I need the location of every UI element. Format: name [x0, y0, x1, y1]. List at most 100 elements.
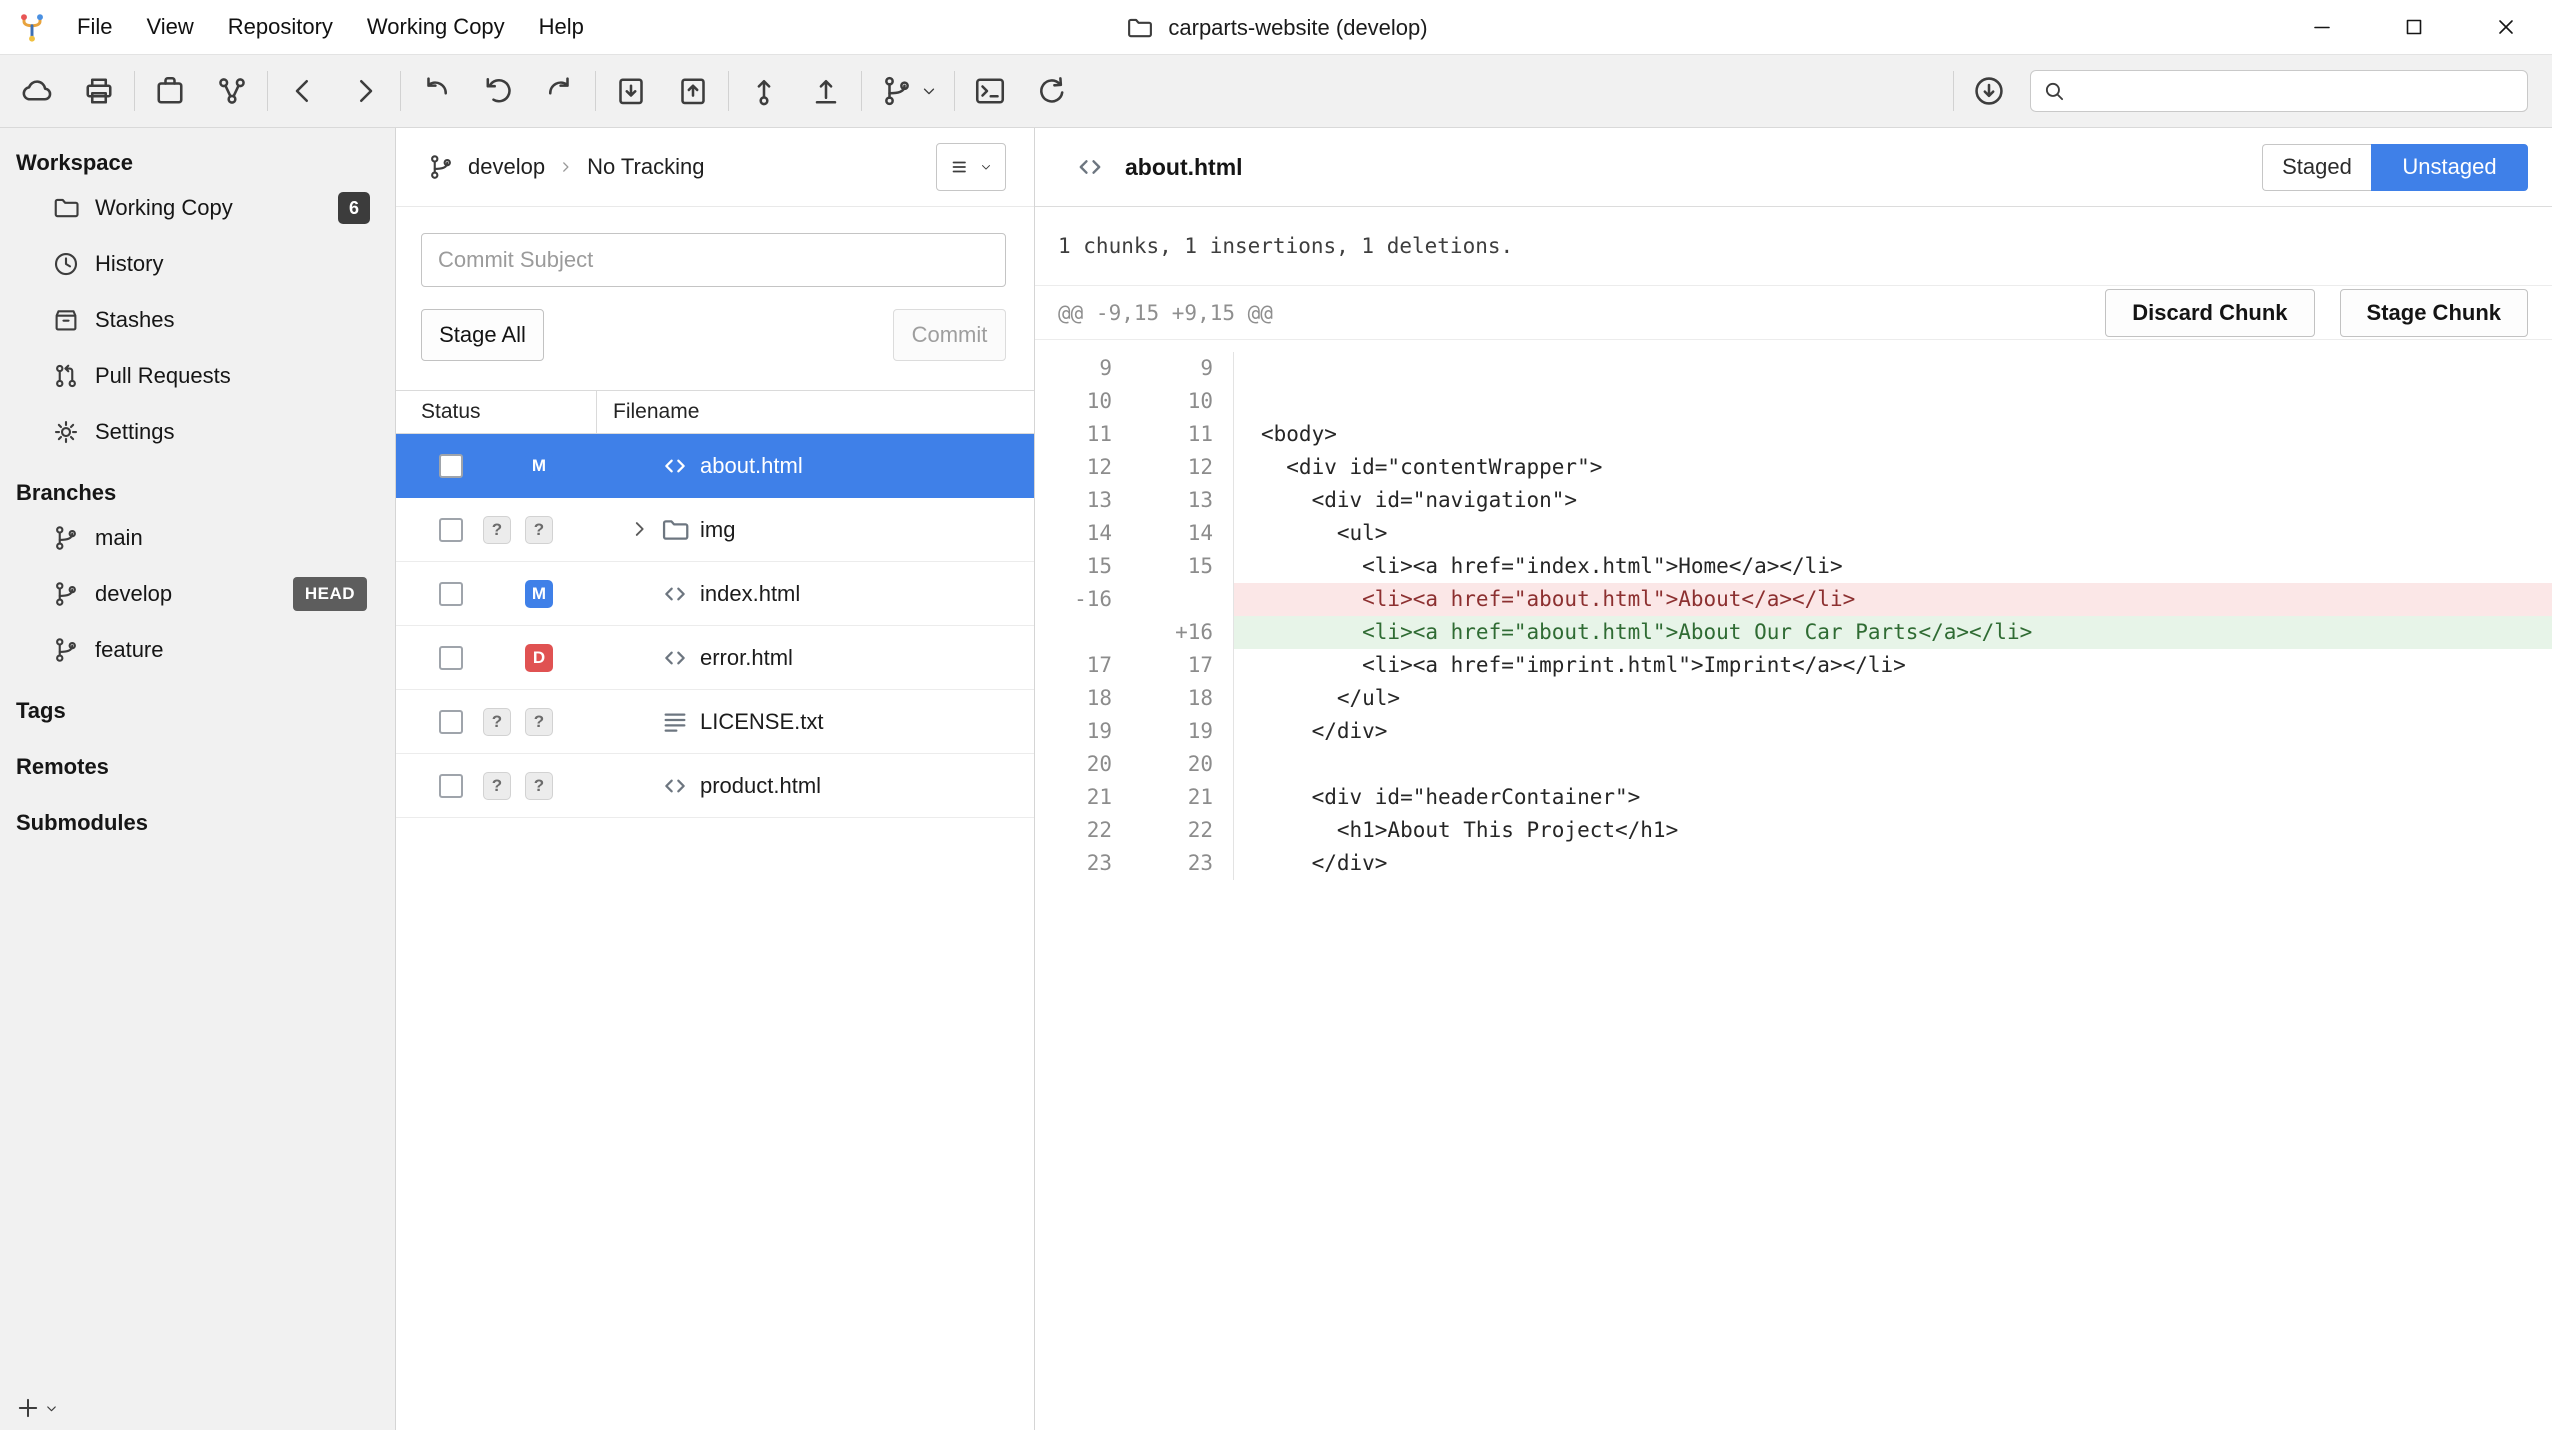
old-line-number: 10	[1035, 385, 1112, 418]
toolbar-separator	[134, 71, 135, 111]
fetch-icon[interactable]	[405, 63, 467, 119]
stage-chunk-button[interactable]: Stage Chunk	[2340, 289, 2528, 337]
diff-line[interactable]: 1818 </ul>	[1035, 682, 2552, 715]
forward-icon[interactable]	[334, 63, 396, 119]
status-badge-untracked: ?	[525, 708, 553, 736]
sidebar-item-label: Settings	[95, 419, 175, 445]
cherry-pick-icon[interactable]	[795, 63, 857, 119]
search-input[interactable]	[2077, 79, 2517, 103]
diff-line[interactable]: 2020	[1035, 748, 2552, 781]
diff-line[interactable]: 99	[1035, 352, 2552, 385]
file-row-img[interactable]: ? ? img	[396, 498, 1034, 562]
menu-view[interactable]: View	[129, 0, 210, 55]
file-checkbox[interactable]	[439, 710, 463, 734]
terminal-icon[interactable]	[959, 63, 1021, 119]
push-icon[interactable]	[529, 63, 591, 119]
tab-staged[interactable]: Staged	[2262, 144, 2371, 191]
fetch-all-icon[interactable]	[1958, 63, 2020, 119]
diff-line[interactable]: 1717 <li><a href="imprint.html">Imprint<…	[1035, 649, 2552, 682]
sidebar-branch-develop[interactable]: develop HEAD	[0, 566, 395, 622]
diff-panel: about.html Staged Unstaged 1 chunks, 1 i…	[1035, 128, 2552, 1430]
diff-line[interactable]: 1515 <li><a href="index.html">Home</a></…	[1035, 550, 2552, 583]
commit-graph-icon[interactable]	[201, 63, 263, 119]
diff-line[interactable]: 2121 <div id="headerContainer">	[1035, 781, 2552, 814]
code-text: <div id="contentWrapper">	[1234, 451, 2552, 484]
diff-line[interactable]: 1010	[1035, 385, 2552, 418]
current-branch[interactable]: develop	[468, 154, 545, 180]
diff-line-addition[interactable]: +16 <li><a href="about.html">About Our C…	[1035, 616, 2552, 649]
status-badge-untracked: ?	[483, 772, 511, 800]
back-icon[interactable]	[272, 63, 334, 119]
file-row-about[interactable]: M about.html	[396, 434, 1034, 498]
close-button[interactable]	[2460, 0, 2552, 55]
tracking-status[interactable]: No Tracking	[587, 154, 704, 180]
refresh-icon[interactable]	[1021, 63, 1083, 119]
sidebar-branch-feature[interactable]: feature	[0, 622, 395, 678]
diff-line[interactable]: 2222 <h1>About This Project</h1>	[1035, 814, 2552, 847]
file-checkbox[interactable]	[439, 774, 463, 798]
maximize-button[interactable]	[2368, 0, 2460, 55]
code-text: <li><a href="index.html">Home</a></li>	[1234, 550, 2552, 583]
branch-menu-button[interactable]	[866, 63, 950, 119]
print-icon[interactable]	[68, 63, 130, 119]
file-checkbox[interactable]	[439, 454, 463, 478]
file-row-error[interactable]: D error.html	[396, 626, 1034, 690]
file-checkbox[interactable]	[439, 582, 463, 606]
sidebar-branch-main[interactable]: main	[0, 510, 395, 566]
file-checkbox[interactable]	[439, 646, 463, 670]
diff-line[interactable]: 1212 <div id="contentWrapper">	[1035, 451, 2552, 484]
code-text	[1234, 385, 2552, 418]
sidebar-item-stashes[interactable]: Stashes	[0, 292, 395, 348]
diff-line[interactable]: 2323 </div>	[1035, 847, 2552, 880]
diff-line[interactable]: 1919 </div>	[1035, 715, 2552, 748]
checkout-icon[interactable]	[733, 63, 795, 119]
menu-repository[interactable]: Repository	[211, 0, 350, 55]
pop-stash-icon[interactable]	[662, 63, 724, 119]
commit-panel: develop No Tracking Stage All Commit Sta…	[396, 128, 1035, 1430]
menu-help[interactable]: Help	[522, 0, 601, 55]
sidebar-item-settings[interactable]: Settings	[0, 404, 395, 460]
submodules-header[interactable]: Submodules	[0, 806, 395, 840]
discard-chunk-button[interactable]: Discard Chunk	[2105, 289, 2314, 337]
tab-unstaged[interactable]: Unstaged	[2371, 144, 2528, 191]
file-name: index.html	[700, 562, 800, 626]
open-repository-icon[interactable]	[139, 63, 201, 119]
file-name: product.html	[700, 754, 821, 818]
toolbar-separator	[861, 71, 862, 111]
sidebar-item-pull-requests[interactable]: Pull Requests	[0, 348, 395, 404]
line-gutter: 1111	[1035, 418, 1234, 451]
file-row-license[interactable]: ? ? LICENSE.txt	[396, 690, 1034, 754]
diff-body: 99 1010 1111<body> 1212 <div id="content…	[1035, 340, 2552, 880]
filename-column-header: Filename	[597, 391, 699, 433]
window-controls	[2276, 0, 2552, 55]
diff-line[interactable]: 1414 <ul>	[1035, 517, 2552, 550]
sidebar-item-history[interactable]: History	[0, 236, 395, 292]
branches-header[interactable]: Branches	[0, 476, 395, 510]
line-gutter: 1212	[1035, 451, 1234, 484]
diff-line[interactable]: 1313 <div id="navigation">	[1035, 484, 2552, 517]
file-row-index[interactable]: M index.html	[396, 562, 1034, 626]
diff-line-deletion[interactable]: -16 <li><a href="about.html">About</a></…	[1035, 583, 2552, 616]
minimize-button[interactable]	[2276, 0, 2368, 55]
diff-line[interactable]: 1111<body>	[1035, 418, 2552, 451]
menu-file[interactable]: File	[60, 0, 129, 55]
cloud-icon[interactable]	[6, 63, 68, 119]
file-list-options-button[interactable]	[936, 143, 1006, 191]
line-gutter: 1818	[1035, 682, 1234, 715]
remotes-header[interactable]: Remotes	[0, 750, 395, 784]
file-name: LICENSE.txt	[700, 690, 823, 754]
sidebar-item-label: Working Copy	[95, 195, 233, 221]
menu-working-copy[interactable]: Working Copy	[350, 0, 522, 55]
stash-icon[interactable]	[600, 63, 662, 119]
new-line-number: 11	[1112, 418, 1213, 451]
stage-all-button[interactable]: Stage All	[421, 309, 544, 361]
expand-chevron-icon[interactable]	[627, 516, 653, 542]
file-row-product[interactable]: ? ? product.html	[396, 754, 1034, 818]
add-repository-button[interactable]	[14, 1394, 59, 1422]
commit-button[interactable]: Commit	[893, 309, 1006, 361]
pull-icon[interactable]	[467, 63, 529, 119]
tags-header[interactable]: Tags	[0, 694, 395, 728]
sidebar-item-working-copy[interactable]: Working Copy 6	[0, 180, 395, 236]
commit-subject-input[interactable]	[421, 233, 1006, 287]
file-checkbox[interactable]	[439, 518, 463, 542]
